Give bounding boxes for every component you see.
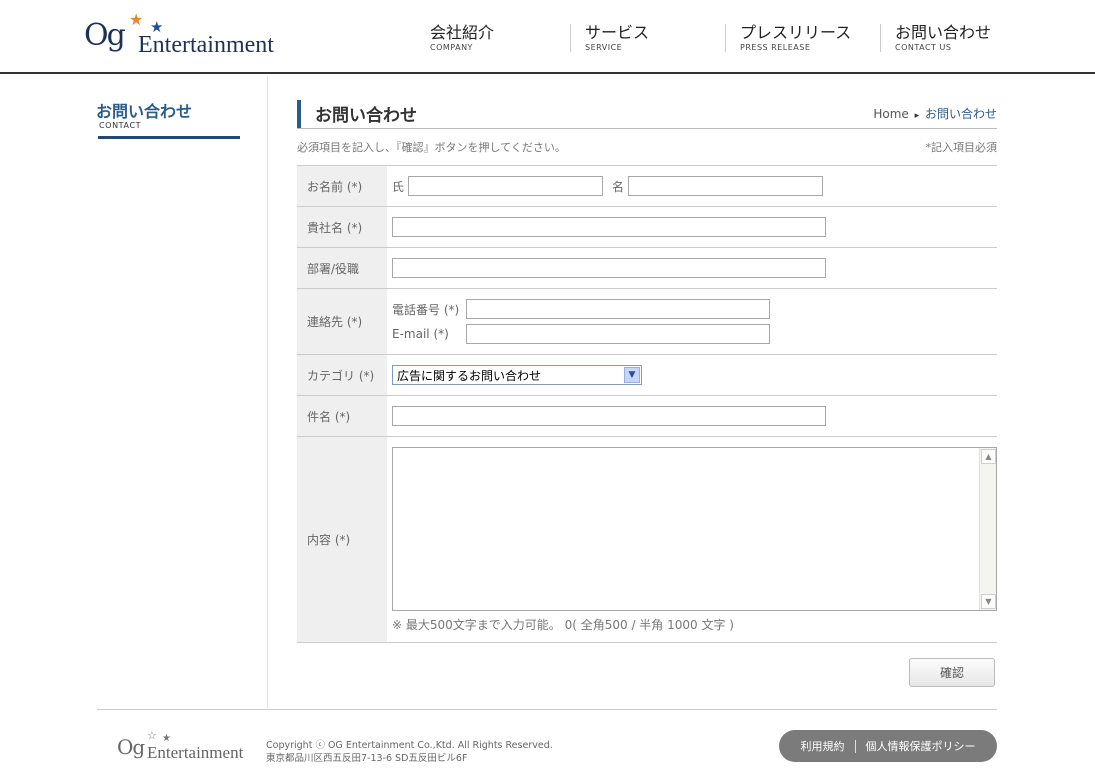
form-row-contact: 連絡先 (*) 電話番号 (*) E-mail (*) [297, 289, 997, 355]
footer-links: 利用規約 個人情報保護ポリシー [779, 730, 997, 762]
content-textarea[interactable]: ▲ ▼ [392, 447, 997, 611]
form-row-name: お名前 (*) 氏 名 [297, 166, 997, 207]
privacy-policy-link[interactable]: 個人情報保護ポリシー [856, 738, 986, 754]
phone-input[interactable] [466, 299, 770, 319]
char-limit-note: ※ 最大500文字まで入力可能。 0( 全角500 / 半角 1000 文字 ) [392, 618, 734, 632]
nav-service-sublabel: SERVICE [585, 43, 623, 52]
sidebar-title: お問い合わせ [96, 102, 193, 121]
email-input[interactable] [466, 324, 770, 344]
email-label: E-mail (*) [392, 327, 449, 341]
site-header: ★ ★ Og Entertainment 会社紹介 COMPANY サービス S… [0, 0, 1095, 74]
copyright-text: Copyright ⓒ OG Entertainment Co.,Ktd. Al… [266, 740, 553, 751]
contact-label: 連絡先 (*) [297, 289, 387, 354]
content-field: ▲ ▼ ※ 最大500文字まで入力可能。 0( 全角500 / 半角 1000 … [387, 437, 997, 642]
page-title-row: お問い合わせ Home ▸ お問い合わせ [297, 100, 997, 129]
footer-logo-entertainment: Entertainment [147, 743, 244, 762]
chevron-down-icon[interactable]: ▼ [624, 367, 640, 383]
sidebar: お問い合わせ CONTACT [0, 76, 268, 708]
category-label: カテゴリ (*) [297, 355, 387, 395]
logo-og-text: Og [84, 18, 126, 53]
subject-label: 件名 (*) [297, 396, 387, 436]
department-input[interactable] [392, 258, 826, 278]
nav-contact-us[interactable]: お問い合わせ CONTACT US [880, 22, 1036, 54]
page-title: お問い合わせ [315, 106, 417, 126]
nav-press-release-label: プレスリリース [740, 23, 852, 42]
subject-field [387, 396, 997, 436]
form-row-company: 貴社名 (*) [297, 207, 997, 248]
footer-logo[interactable]: ☆ ★ Og Entertainment [117, 729, 262, 768]
nav-service[interactable]: サービス SERVICE [570, 22, 726, 54]
email-line: E-mail (*) [392, 324, 770, 344]
contact-field: 電話番号 (*) E-mail (*) [387, 289, 997, 354]
company-label: 貴社名 (*) [297, 207, 387, 247]
nav-press-release[interactable]: プレスリリース PRESS RELEASE [725, 22, 881, 54]
last-name-input[interactable] [408, 176, 604, 196]
form-row-subject: 件名 (*) [297, 396, 997, 437]
department-field [387, 248, 997, 288]
subject-input[interactable] [392, 406, 826, 426]
required-note: *記入項目必須 [925, 141, 998, 154]
first-name-label: 名 [612, 179, 625, 194]
phone-line: 電話番号 (*) [392, 299, 770, 319]
textarea-scrollbar[interactable]: ▲ ▼ [979, 448, 996, 610]
nav-press-release-sublabel: PRESS RELEASE [740, 43, 811, 52]
footer-logo-og: Og [117, 735, 145, 759]
form-row-department: 部署/役職 [297, 248, 997, 289]
form-instruction: 必須項目を記入し、『確認』ボタンを押してください。 [297, 141, 566, 154]
form-row-content: 内容 (*) ▲ ▼ ※ 最大500文字まで入力可能。 0( 全角500 / 半… [297, 437, 997, 643]
breadcrumb-arrow-icon: ▸ [914, 111, 920, 121]
first-name-input[interactable] [628, 176, 824, 196]
category-select[interactable]: 広告に関するお問い合わせ ▼ [392, 365, 642, 385]
logo-entertainment-text: Entertainment [138, 32, 274, 58]
contact-form: お名前 (*) 氏 名 貴社名 (*) 部署/役職 連絡先 (*) 電話番号 (… [297, 165, 997, 643]
form-row-category: カテゴリ (*) 広告に関するお問い合わせ ▼ [297, 355, 997, 396]
global-nav: 会社紹介 COMPANY サービス SERVICE プレスリリース PRESS … [416, 22, 1036, 58]
company-input[interactable] [392, 217, 826, 237]
sidebar-underline [98, 136, 240, 139]
confirm-button[interactable]: 確認 [909, 658, 995, 687]
breadcrumb-current: お問い合わせ [924, 107, 997, 121]
category-selected-value: 広告に関するお問い合わせ [397, 368, 542, 383]
company-address: 東京都品川区西五反田7-13-6 SD五反田ビル6F [266, 753, 468, 764]
sidebar-subtitle: CONTACT [99, 121, 142, 130]
copyright-block: Copyright ⓒ OG Entertainment Co.,Ktd. Al… [266, 739, 553, 765]
title-accent-bar [297, 100, 301, 128]
nav-company-label: 会社紹介 [430, 23, 495, 42]
nav-contact-us-sublabel: CONTACT US [895, 43, 952, 52]
phone-label: 電話番号 (*) [392, 302, 460, 317]
last-name-label: 氏 [392, 179, 405, 194]
orange-star-icon: ★ [129, 10, 144, 29]
nav-service-label: サービス [585, 23, 650, 42]
terms-link[interactable]: 利用規約 [791, 738, 855, 754]
company-field [387, 207, 997, 247]
site-footer: ☆ ★ Og Entertainment Copyright ⓒ OG Ente… [97, 709, 997, 768]
og-entertainment-logo[interactable]: ★ ★ Og Entertainment [84, 10, 304, 62]
breadcrumb-home[interactable]: Home [873, 107, 908, 121]
scroll-down-icon[interactable]: ▼ [981, 594, 996, 609]
department-label: 部署/役職 [297, 248, 387, 288]
breadcrumb: Home ▸ お問い合わせ [873, 105, 997, 122]
nav-company-sublabel: COMPANY [430, 43, 473, 52]
category-field: 広告に関するお問い合わせ ▼ [387, 355, 997, 395]
nav-contact-us-label: お問い合わせ [895, 23, 992, 42]
footer-star-icon: ☆ [147, 729, 157, 742]
nav-company[interactable]: 会社紹介 COMPANY [416, 22, 571, 54]
scroll-up-icon[interactable]: ▲ [981, 449, 996, 464]
name-field: 氏 名 [387, 166, 997, 206]
name-label: お名前 (*) [297, 166, 387, 206]
content-label: 内容 (*) [297, 437, 387, 642]
